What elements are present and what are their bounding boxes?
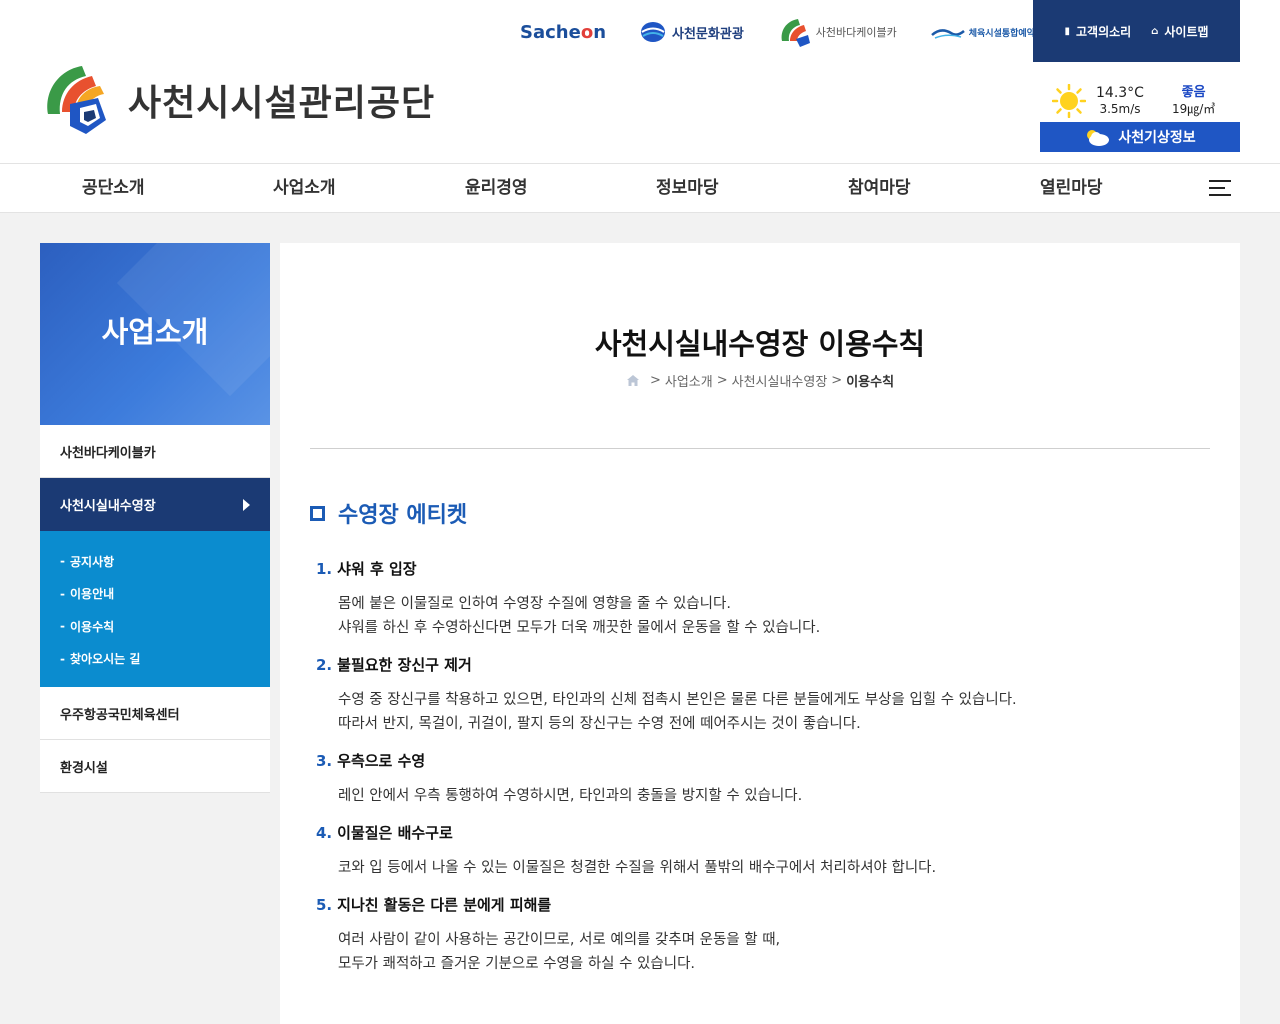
rule-line: 레인 안에서 우측 통행하여 수영하시면, 타인과의 충돌을 방지할 수 있습니… xyxy=(338,788,803,804)
sports-reservation-logo-icon xyxy=(930,29,965,39)
gnb-item-participation[interactable]: 참여마당 xyxy=(848,164,911,212)
side-hero-banner: 사업소개 xyxy=(40,243,270,425)
rule-heading: 2. 불필요한 장신구 제거 xyxy=(316,654,1196,676)
title-divider xyxy=(310,448,1210,449)
rule-line: 따라서 반지, 목걸이, 귀걸이, 팔지 등의 장신구는 수영 전에 떼어주시는… xyxy=(338,716,861,732)
home-small-icon: ⌂ xyxy=(1151,25,1159,37)
rule-heading: 5. 지나친 활동은 다른 분에게 피해를 xyxy=(316,894,1196,916)
weather-widget: 14.3°C 3.5m/s 좋음 19㎍/㎥ 사천기상정보 xyxy=(1040,82,1240,152)
side-item-cable-car[interactable]: 사천바다케이블카 xyxy=(40,425,270,478)
gnb-item-open[interactable]: 열린마당 xyxy=(1040,164,1103,212)
site-header: 사천시시설관리공단 Sacheon 사천문화관광 사천바다케이블카 체육시설통합… xyxy=(0,0,1280,163)
sports-reservation-label: 체육시설통합예약 xyxy=(968,28,1035,39)
gnb-item-business[interactable]: 사업소개 xyxy=(273,164,336,212)
customer-voice-link[interactable]: ▮ 고객의소리 xyxy=(1064,23,1131,40)
gnb-item-about[interactable]: 공단소개 xyxy=(82,164,145,212)
main-content: 사천시실내수영장 이용수칙 > 사업소개 > 사천시실내수영장 > 이용수칙 수… xyxy=(280,243,1240,1024)
side-item-environment[interactable]: 환경시설 xyxy=(40,740,270,793)
main-navigation: 공단소개 사업소개 윤리경영 정보마당 참여마당 열린마당 xyxy=(0,163,1280,213)
brand-logo-link[interactable]: 사천시시설관리공단 xyxy=(40,62,435,138)
rule-number: 1. xyxy=(316,560,333,578)
rule-item: 4. 이물질은 배수구로코와 입 등에서 나올 수 있는 이물질은 청결한 수질을… xyxy=(316,822,1196,880)
rule-number: 5. xyxy=(316,896,333,914)
side-sub-item-guide[interactable]: - 이용안내 xyxy=(40,578,270,611)
sitemap-link[interactable]: ⌂ 사이트맵 xyxy=(1151,23,1208,40)
rule-line: 몸에 붙은 이물질로 인하여 수영장 수질에 영향을 줄 수 있습니다. xyxy=(338,596,731,612)
air-quality-block: 좋음 19㎍/㎥ xyxy=(1172,85,1215,117)
breadcrumb-indoor-pool[interactable]: 사천시실내수영장 xyxy=(732,371,828,390)
breadcrumb-current: 이용수칙 xyxy=(846,375,895,390)
rule-line: 모두가 쾌적하고 즐거운 기분으로 수영을 하실 수 있습니다. xyxy=(338,956,696,972)
menu-hamburger-icon[interactable] xyxy=(1209,180,1231,198)
breadcrumb-business[interactable]: 사업소개 xyxy=(665,371,713,390)
rule-title: 이물질은 배수구로 xyxy=(337,824,453,842)
rule-title: 우측으로 수영 xyxy=(337,752,426,770)
rule-body: 수영 중 장신구를 착용하고 있으면, 타인과의 신체 접촉시 본인은 물론 다… xyxy=(316,688,1196,736)
sun-icon xyxy=(1052,84,1086,118)
page-title: 사천시실내수영장 이용수칙 xyxy=(594,327,926,361)
side-navigation: 사업소개 사천바다케이블카 사천시실내수영장 - 공지사항 - 이용안내 - 이용수칙… xyxy=(40,243,270,793)
gnb-item-information[interactable]: 정보마당 xyxy=(656,164,719,212)
rule-item: 5. 지나친 활동은 다른 분에게 피해를여러 사람이 같이 사용하는 공간이므로… xyxy=(316,894,1196,976)
triangle-right-icon xyxy=(243,498,250,511)
document-icon: ▮ xyxy=(1064,25,1070,37)
rule-heading: 3. 우측으로 수영 xyxy=(316,750,1196,772)
cloud-sun-icon xyxy=(1087,130,1110,146)
breadcrumb: > 사업소개 > 사천시실내수영장 > 이용수칙 xyxy=(280,371,1240,390)
cable-car-label: 사천바다케이블카 xyxy=(815,26,897,39)
brand-name: 사천시시설관리공단 xyxy=(128,83,436,124)
rule-line: 샤워를 하신 후 수영하신다면 모두가 더욱 깨끗한 물에서 운동을 할 수 있… xyxy=(338,620,821,636)
rule-number: 2. xyxy=(316,656,333,674)
weather-info-button[interactable]: 사천기상정보 xyxy=(1040,122,1240,152)
rule-number: 4. xyxy=(316,824,333,842)
rule-line: 수영 중 장신구를 착용하고 있으면, 타인과의 신체 접촉시 본인은 물론 다… xyxy=(338,692,1017,708)
rule-body: 코와 입 등에서 나올 수 있는 이물질은 청결한 수질을 위해서 풀밖의 배수… xyxy=(316,856,1196,880)
rule-body: 여러 사람이 같이 사용하는 공간이므로, 서로 예의를 갖추며 운동을 할 때… xyxy=(316,928,1196,976)
sacheon-logo-text: Sacheon xyxy=(520,21,607,43)
side-title: 사업소개 xyxy=(101,315,209,349)
rule-title: 지나친 활동은 다른 분에게 피해를 xyxy=(337,896,552,914)
section-heading: 수영장 에티켓 xyxy=(310,497,467,529)
utility-links: ▮ 고객의소리 ⌂ 사이트맵 xyxy=(1033,0,1240,62)
air-quality-status: 좋음 xyxy=(1181,85,1206,100)
side-sub-item-directions[interactable]: - 찾아오시는 길 xyxy=(40,643,270,676)
side-submenu: - 공지사항 - 이용안내 - 이용수칙 - 찾아오시는 길 xyxy=(40,531,270,687)
rule-item: 2. 불필요한 장신구 제거수영 중 장신구를 착용하고 있으면, 타인과의 신체… xyxy=(316,654,1196,736)
family-link-sacheon[interactable]: Sacheon xyxy=(520,14,606,50)
rule-line: 여러 사람이 같이 사용하는 공간이므로, 서로 예의를 갖추며 운동을 할 때… xyxy=(338,932,781,948)
rule-item: 3. 우측으로 수영레인 안에서 우측 통행하여 수영하시면, 타인과의 충돌을 … xyxy=(316,750,1196,808)
family-link-cable-car[interactable]: 사천바다케이블카 xyxy=(778,14,897,50)
home-icon[interactable] xyxy=(626,374,640,387)
rule-number: 3. xyxy=(316,752,333,770)
section-title: 수영장 에티켓 xyxy=(338,503,468,528)
rule-heading: 1. 샤워 후 입장 xyxy=(316,558,1196,580)
rule-heading: 4. 이물질은 배수구로 xyxy=(316,822,1196,844)
temperature-block: 14.3°C 3.5m/s xyxy=(1096,85,1144,117)
temperature-value: 14.3°C xyxy=(1096,85,1144,101)
square-bullet-icon xyxy=(310,505,325,521)
cable-car-logo-icon xyxy=(781,19,810,47)
rule-title: 불필요한 장신구 제거 xyxy=(337,656,472,674)
rule-body: 몸에 붙은 이물질로 인하여 수영장 수질에 영향을 줄 수 있습니다. 샤워를 … xyxy=(316,592,1196,640)
family-site-links: Sacheon 사천문화관광 사천바다케이블카 체육시설통합예약 xyxy=(520,14,1069,50)
rule-item: 1. 샤워 후 입장몸에 붙은 이물질로 인하여 수영장 수질에 영향을 줄 수 … xyxy=(316,558,1196,640)
side-item-sports-center[interactable]: 우주항공국민체육센터 xyxy=(40,687,270,740)
gnb-item-ethics[interactable]: 윤리경영 xyxy=(465,164,528,212)
side-sub-item-notice[interactable]: - 공지사항 xyxy=(40,545,270,578)
side-sub-item-rules[interactable]: - 이용수칙 xyxy=(40,610,270,643)
side-item-label: 사천시실내수영장 xyxy=(60,499,156,514)
air-quality-value: 19㎍/㎥ xyxy=(1171,102,1216,116)
wind-speed-value: 3.5m/s xyxy=(1099,102,1141,116)
culture-tour-label: 사천문화관광 xyxy=(672,26,744,42)
family-link-sports-reservation[interactable]: 체육시설통합예약 xyxy=(930,14,1035,50)
rule-title: 샤워 후 입장 xyxy=(337,560,417,578)
culture-tour-logo-icon xyxy=(641,22,666,42)
foundation-logo-icon xyxy=(47,66,106,134)
rule-body: 레인 안에서 우측 통행하여 수영하시면, 타인과의 충돌을 방지할 수 있습니… xyxy=(316,784,1196,808)
family-link-culture-tour[interactable]: 사천문화관광 xyxy=(640,14,744,50)
side-item-indoor-pool[interactable]: 사천시실내수영장 xyxy=(40,478,270,531)
rules-list: 1. 샤워 후 입장몸에 붙은 이물질로 인하여 수영장 수질에 영향을 줄 수 … xyxy=(316,558,1196,990)
rule-line: 코와 입 등에서 나올 수 있는 이물질은 청결한 수질을 위해서 풀밖의 배수… xyxy=(338,860,937,876)
